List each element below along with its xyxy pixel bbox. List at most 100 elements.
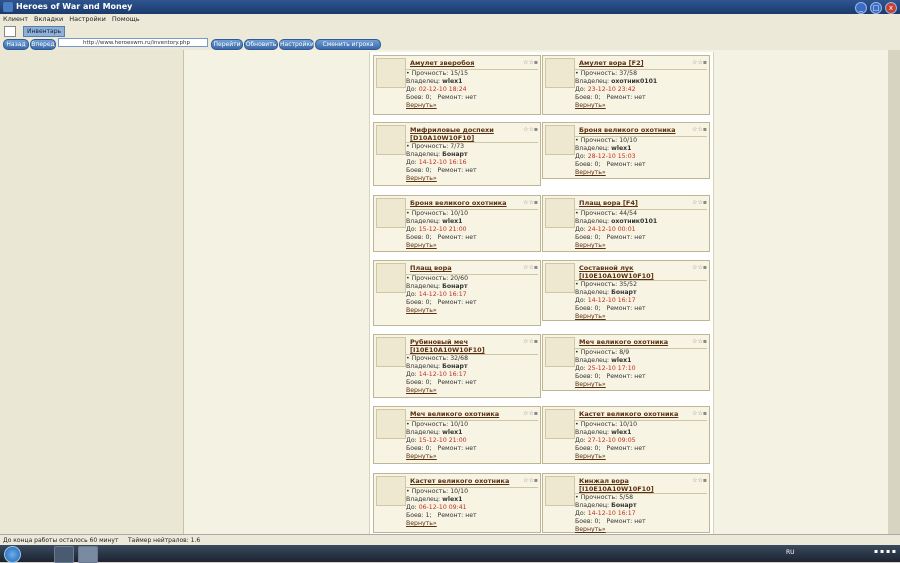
item-name-link[interactable]: Амулет зверобоя bbox=[410, 59, 520, 67]
amulet-icon bbox=[545, 58, 575, 88]
item-name-link[interactable]: Меч великого охотника bbox=[410, 410, 520, 418]
start-button[interactable] bbox=[4, 546, 21, 563]
item-name-link[interactable]: Броня великого охотника bbox=[410, 199, 520, 207]
battles-row: Боев: 0; Ремонт: нет bbox=[406, 94, 477, 101]
favorite-icon[interactable]: ☆☆▪ bbox=[523, 59, 538, 66]
menu-settings[interactable]: Настройки bbox=[69, 14, 106, 25]
favorite-icon[interactable]: ☆☆▪ bbox=[523, 199, 538, 206]
until-row: До: 25-12-10 17:10 bbox=[575, 365, 636, 372]
favorite-icon[interactable]: ☆☆▪ bbox=[523, 410, 538, 417]
battles-row: Боев: 0; Ремонт: нет bbox=[575, 305, 646, 312]
favorite-icon[interactable]: ☆☆▪ bbox=[692, 264, 707, 271]
durability-row: • Прочность: 5/58 bbox=[575, 494, 634, 501]
favorite-icon[interactable]: ☆☆▪ bbox=[523, 126, 538, 133]
taskbar-app-icon[interactable] bbox=[54, 546, 74, 563]
return-link[interactable]: Вернуть» bbox=[575, 313, 707, 321]
battles-row: Боев: 1; Ремонт: нет bbox=[406, 512, 477, 519]
favorite-icon[interactable]: ☆☆▪ bbox=[523, 264, 538, 271]
menu-help[interactable]: Помощь bbox=[112, 14, 140, 25]
return-link[interactable]: Вернуть» bbox=[406, 453, 538, 461]
until-row: До: 27-12-10 09:05 bbox=[575, 437, 636, 444]
forward-button[interactable]: Вперед bbox=[30, 39, 56, 50]
inventory-item-card: Плащ вора [F4] ☆☆▪ • Прочность: 44/54 Владе… bbox=[542, 195, 710, 252]
back-button[interactable]: Назад bbox=[3, 39, 29, 50]
durability-row: • Прочность: 10/10 bbox=[575, 137, 638, 144]
durability-row: • Прочность: 15/15 bbox=[406, 70, 469, 77]
switch-player-button[interactable]: Сменить игрока bbox=[315, 39, 381, 50]
sword-icon bbox=[376, 409, 406, 439]
item-name-link[interactable]: Составной лук [I10E10A10W10F10] bbox=[579, 264, 689, 280]
page-icon[interactable] bbox=[4, 26, 16, 37]
menu-client[interactable]: Клиент bbox=[3, 14, 28, 25]
return-link[interactable]: Вернуть» bbox=[406, 520, 538, 528]
item-name-link[interactable]: Плащ вора bbox=[410, 264, 520, 272]
favorite-icon[interactable]: ☆☆▪ bbox=[692, 199, 707, 206]
durability-row: • Прочность: 44/54 bbox=[575, 210, 638, 217]
language-indicator[interactable]: RU bbox=[786, 549, 795, 556]
item-name-link[interactable]: Амулет вора [F2] bbox=[579, 59, 689, 67]
bow-icon bbox=[545, 263, 575, 293]
refresh-button[interactable]: Обновить bbox=[244, 39, 278, 50]
owner-row: Владелец: Бонарт bbox=[406, 363, 468, 370]
item-name-link[interactable]: Кастет великого охотника bbox=[579, 410, 689, 418]
battles-row: Боев: 0; Ремонт: нет bbox=[406, 299, 477, 306]
close-button[interactable]: x bbox=[885, 2, 897, 14]
dagger-icon bbox=[545, 476, 575, 506]
maximize-button[interactable]: □ bbox=[870, 2, 882, 14]
inventory-list: Амулет зверобоя ☆☆▪ • Прочность: 15/15 Влад… bbox=[369, 52, 714, 534]
menu-tabs[interactable]: Вкладки bbox=[34, 14, 63, 25]
menu-bar: Клиент Вкладки Настройки Помощь bbox=[0, 14, 900, 25]
return-link[interactable]: Вернуть» bbox=[406, 387, 538, 395]
settings-button[interactable]: Настройки bbox=[279, 39, 314, 50]
return-link[interactable]: Вернуть» bbox=[406, 102, 538, 110]
armor-icon bbox=[376, 125, 406, 155]
favorite-icon[interactable]: ☆☆▪ bbox=[692, 126, 707, 133]
item-name-link[interactable]: Плащ вора [F4] bbox=[579, 199, 689, 207]
return-link[interactable]: Вернуть» bbox=[406, 307, 538, 315]
return-link[interactable]: Вернуть» bbox=[406, 242, 538, 250]
go-button[interactable]: Перейти bbox=[211, 39, 243, 50]
favorite-icon[interactable]: ☆☆▪ bbox=[692, 338, 707, 345]
durability-row: • Прочность: 7/73 bbox=[406, 143, 465, 150]
return-link[interactable]: Вернуть» bbox=[575, 169, 707, 177]
item-name-link[interactable]: Мифриловые доспехи [D10A10W10F10] bbox=[410, 126, 520, 142]
owner-row: Владелец: wlex1 bbox=[575, 429, 632, 436]
return-link[interactable]: Вернуть» bbox=[575, 526, 707, 534]
favorite-icon[interactable]: ☆☆▪ bbox=[523, 477, 538, 484]
return-link[interactable]: Вернуть» bbox=[575, 381, 707, 389]
item-name-link[interactable]: Меч великого охотника bbox=[579, 338, 689, 346]
owner-row: Владелец: wlex1 bbox=[406, 78, 463, 85]
return-link[interactable]: Вернуть» bbox=[575, 242, 707, 250]
favorite-icon[interactable]: ☆☆▪ bbox=[692, 477, 707, 484]
owner-row: Владелец: wlex1 bbox=[406, 218, 463, 225]
left-panel bbox=[0, 50, 184, 534]
taskbar-game-icon[interactable] bbox=[78, 546, 98, 563]
return-link[interactable]: Вернуть» bbox=[575, 453, 707, 461]
inventory-item-card: Плащ вора ☆☆▪ • Прочность: 20/60 Владелец: … bbox=[373, 260, 541, 326]
battles-row: Боев: 0; Ремонт: нет bbox=[575, 161, 646, 168]
knuckle-icon bbox=[545, 409, 575, 439]
favorite-icon[interactable]: ☆☆▪ bbox=[692, 59, 707, 66]
inventory-item-card: Составной лук [I10E10A10W10F10] ☆☆▪ • Проч… bbox=[542, 260, 710, 321]
until-row: До: 06-12-10 09:41 bbox=[406, 504, 467, 511]
durability-row: • Прочность: 8/9 bbox=[575, 349, 630, 356]
address-input[interactable]: http://www.heroeswm.ru/inventory.php bbox=[58, 38, 208, 47]
item-name-link[interactable]: Броня великого охотника bbox=[579, 126, 689, 134]
until-row: До: 02-12-10 18:24 bbox=[406, 86, 467, 93]
item-name-link[interactable]: Кинжал вора [I10E10A10W10F10] bbox=[579, 477, 689, 493]
cloak-icon bbox=[376, 263, 406, 293]
sword-icon bbox=[545, 337, 575, 367]
owner-row: Владелец: wlex1 bbox=[575, 357, 632, 364]
durability-row: • Прочность: 35/52 bbox=[575, 281, 638, 288]
return-link[interactable]: Вернуть» bbox=[406, 175, 538, 183]
item-name-link[interactable]: Рубиновый меч [I10E10A10W10F10] bbox=[410, 338, 520, 354]
favorite-icon[interactable]: ☆☆▪ bbox=[692, 410, 707, 417]
owner-row: Владелец: охотник0101 bbox=[575, 78, 658, 85]
tab-inventory[interactable]: Инвентарь bbox=[23, 26, 66, 37]
minimize-button[interactable]: _ bbox=[855, 2, 867, 14]
favorite-icon[interactable]: ☆☆▪ bbox=[523, 338, 538, 345]
title-bar: Heroes of War and Money _ □ x bbox=[0, 0, 900, 14]
return-link[interactable]: Вернуть» bbox=[575, 102, 707, 110]
item-name-link[interactable]: Кастет великого охотника bbox=[410, 477, 520, 485]
until-row: До: 24-12-10 00:01 bbox=[575, 226, 636, 233]
